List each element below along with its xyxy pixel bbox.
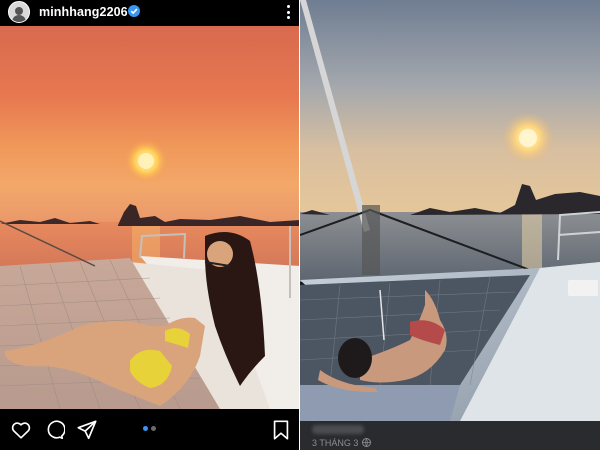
instagram-post: minhhang2206 [0, 0, 300, 450]
blurred-author-name [312, 425, 364, 434]
more-options-icon[interactable] [287, 5, 291, 19]
post-actions-bar [0, 409, 300, 450]
comment-icon[interactable] [43, 419, 66, 441]
post-date[interactable]: 3 THÁNG 3 [312, 438, 358, 448]
post-photo-right[interactable] [300, 0, 600, 421]
carousel-indicator [143, 426, 156, 431]
carousel-dot [151, 426, 156, 431]
heart-icon[interactable] [10, 419, 32, 441]
facebook-post: 3 THÁNG 3 [300, 0, 600, 450]
post-header: minhhang2206 [0, 0, 300, 25]
globe-icon [362, 438, 371, 447]
verified-badge-icon [128, 5, 140, 17]
post-photo[interactable] [0, 26, 300, 409]
share-icon[interactable] [76, 419, 98, 441]
post-meta: 3 THÁNG 3 [300, 421, 600, 450]
bookmark-icon[interactable] [270, 419, 292, 441]
carousel-dot-active [143, 426, 148, 431]
comparison-screenshot: minhhang2206 3 THÁNG 3 [0, 0, 600, 450]
username[interactable]: minhhang2206 [39, 5, 128, 19]
avatar[interactable] [8, 1, 30, 23]
